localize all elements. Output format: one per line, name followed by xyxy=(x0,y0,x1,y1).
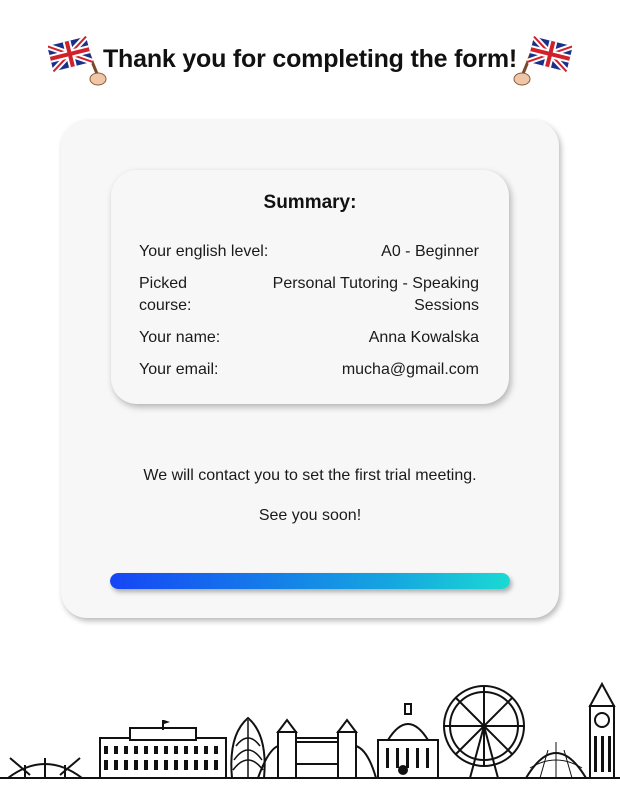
summary-title: Summary: xyxy=(263,192,357,213)
summary-value: Anna Kowalska xyxy=(368,329,479,346)
summary-label: Your english level: xyxy=(139,243,269,260)
summary-label: Your email: xyxy=(139,361,219,378)
summary-label: Your name: xyxy=(139,329,221,346)
summary-row-course: Picked course: Personal Tutoring - Speak… xyxy=(139,273,479,317)
summary-value: Personal Tutoring - Speaking Sessions xyxy=(272,275,479,314)
progress-bar xyxy=(110,573,510,589)
confirmation-card: Summary: Your english level: A0 - Beginn… xyxy=(61,120,559,618)
london-skyline-illustration xyxy=(0,680,620,790)
farewell-message: See you soon! xyxy=(258,507,362,524)
summary-value: mucha@gmail.com xyxy=(341,361,479,378)
summary-label: Picked course: xyxy=(139,275,192,314)
uk-flag-icon xyxy=(508,33,574,94)
summary-panel: Summary: Your english level: A0 - Beginn… xyxy=(111,170,509,404)
contact-message: We will contact you to set the first tri… xyxy=(143,467,477,484)
progress-fill xyxy=(110,573,510,589)
page-header: Thank you for completing the form! xyxy=(0,30,620,90)
summary-value: A0 - Beginner xyxy=(381,243,479,260)
